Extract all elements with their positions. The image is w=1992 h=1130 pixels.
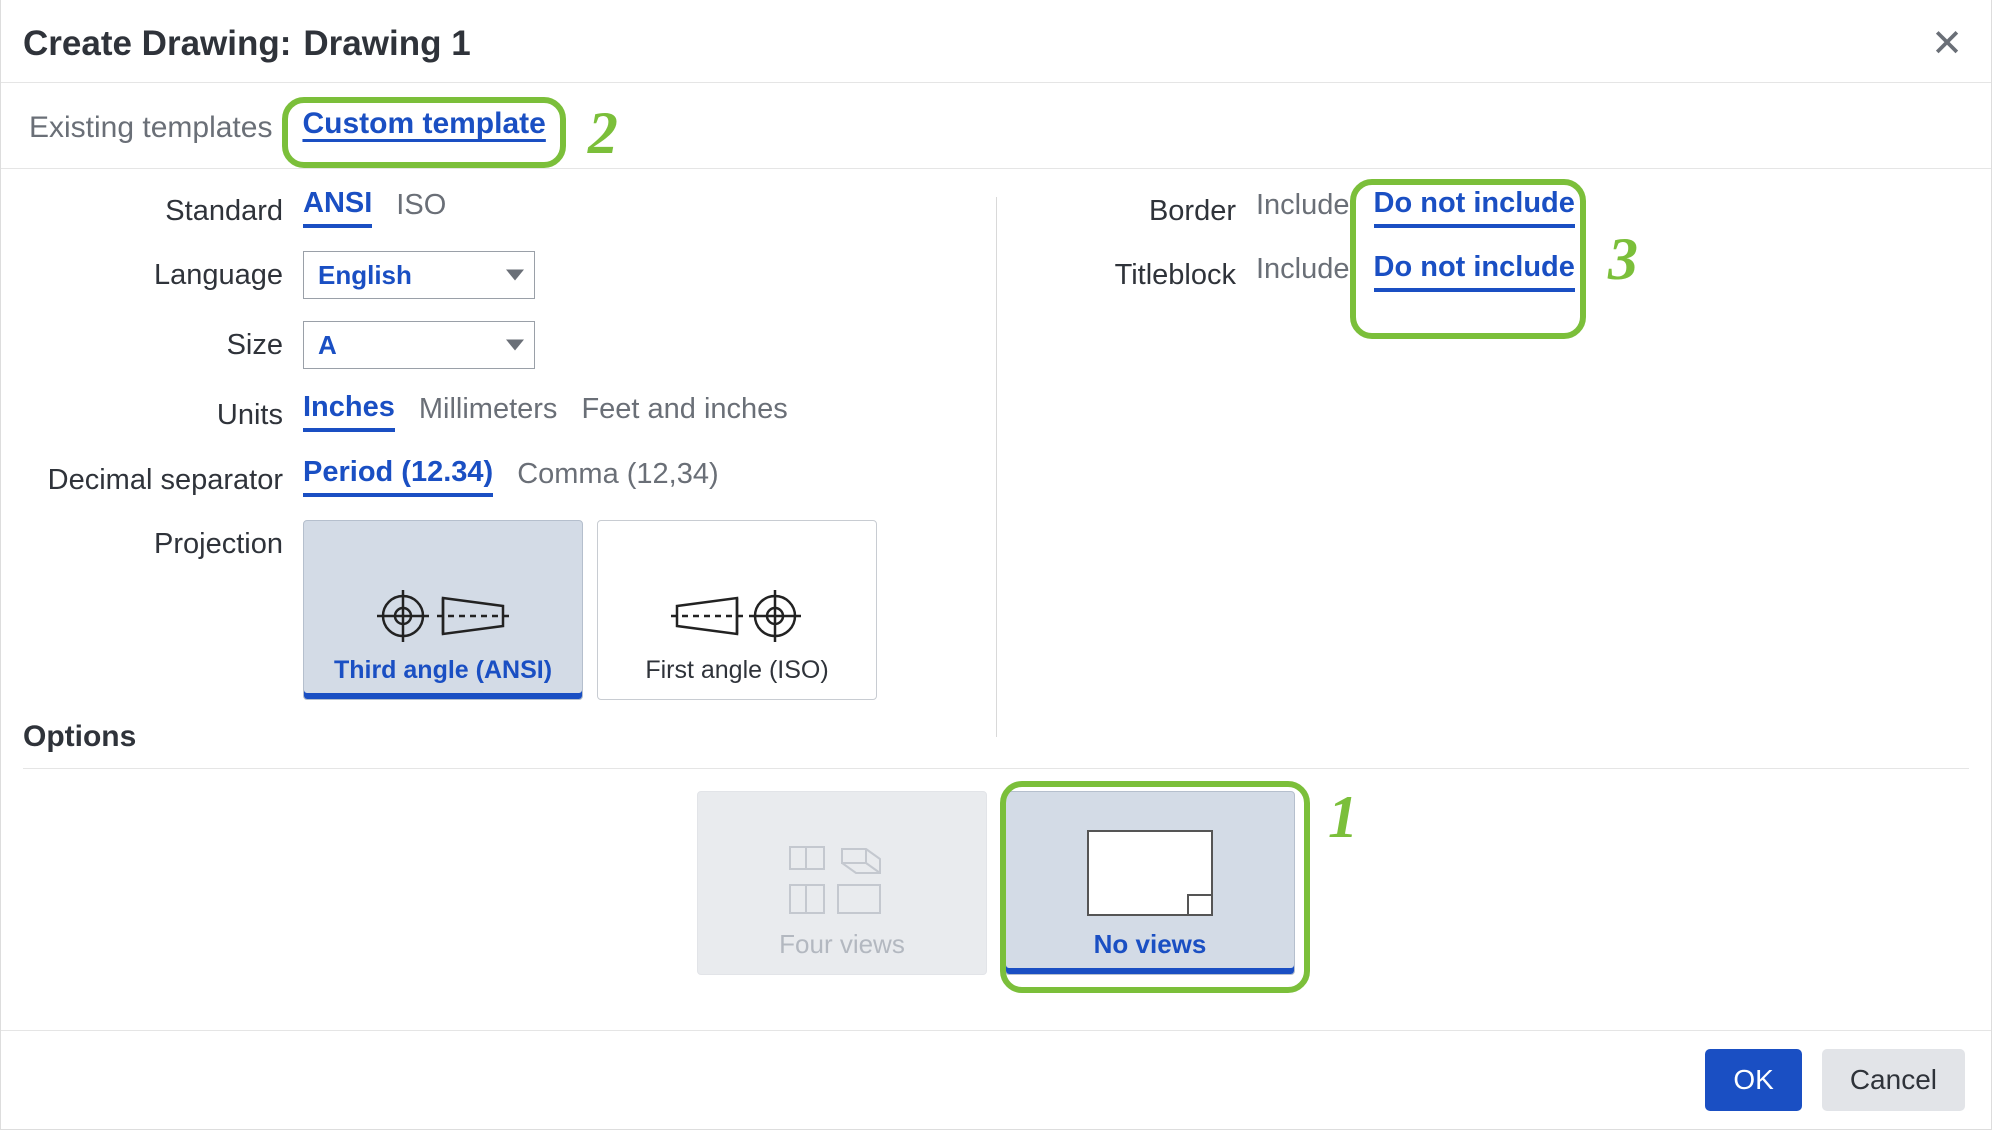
projection-third-label: Third angle (ANSI)	[334, 656, 552, 685]
dialog-title-name: Drawing 1	[303, 24, 470, 64]
select-size[interactable]: A	[303, 321, 535, 369]
form-body: Standard ANSI ISO Language English	[1, 169, 1991, 1030]
decimal-comma[interactable]: Comma (12,34)	[517, 458, 718, 495]
titleblock-include[interactable]: Include	[1256, 253, 1350, 290]
chevron-down-icon	[506, 270, 524, 281]
tab-existing-templates[interactable]: Existing templates	[23, 105, 282, 168]
projection-first-angle[interactable]: First angle (ISO)	[597, 520, 877, 700]
label-titleblock: Titleblock	[1036, 251, 1256, 293]
units-millimeters[interactable]: Millimeters	[419, 393, 558, 430]
row-titleblock: Titleblock Include Do not include	[1036, 251, 1969, 293]
decimal-period[interactable]: Period (12.34)	[303, 456, 493, 497]
label-language: Language	[23, 251, 303, 293]
option-no-views[interactable]: No views	[1005, 791, 1295, 975]
left-column: Standard ANSI ISO Language English	[23, 187, 996, 710]
select-language-value: English	[318, 260, 412, 291]
dialog-footer: OK Cancel	[1, 1030, 1991, 1129]
option-four-views: Four views	[697, 791, 987, 975]
label-units: Units	[23, 391, 303, 433]
standard-ansi[interactable]: ANSI	[303, 187, 372, 228]
titleblock-do-not-include[interactable]: Do not include	[1374, 251, 1575, 292]
right-column: Border Include Do not include Titleblock…	[996, 187, 1969, 710]
option-no-views-label: No views	[1094, 929, 1207, 960]
annotation-three: 3	[1608, 225, 1638, 294]
standard-iso[interactable]: ISO	[396, 189, 446, 226]
dialog-title-wrap: Create Drawing: Drawing 1	[23, 24, 471, 64]
row-language: Language English	[23, 251, 996, 299]
dialog-title-prefix: Create Drawing:	[23, 24, 291, 64]
border-do-not-include[interactable]: Do not include	[1374, 187, 1575, 228]
ok-button[interactable]: OK	[1705, 1049, 1801, 1111]
annotation-one: 1	[1328, 783, 1358, 852]
units-inches[interactable]: Inches	[303, 391, 395, 432]
no-views-icon	[1080, 825, 1220, 921]
tab-custom-template[interactable]: Custom template	[302, 107, 545, 140]
label-decimal: Decimal separator	[23, 456, 303, 498]
close-icon[interactable]: ✕	[1931, 25, 1963, 63]
label-standard: Standard	[23, 187, 303, 229]
border-include[interactable]: Include	[1256, 189, 1350, 226]
row-standard: Standard ANSI ISO	[23, 187, 996, 229]
dialog-header: Create Drawing: Drawing 1 ✕	[1, 0, 1991, 83]
options-row: Four views No views	[23, 769, 1969, 1003]
select-language[interactable]: English	[303, 251, 535, 299]
cancel-button[interactable]: Cancel	[1822, 1049, 1965, 1111]
units-feet-inches[interactable]: Feet and inches	[581, 393, 787, 430]
label-size: Size	[23, 321, 303, 363]
first-angle-icon	[667, 586, 807, 646]
create-drawing-dialog: Create Drawing: Drawing 1 ✕ Existing tem…	[0, 0, 1992, 1130]
third-angle-icon	[373, 586, 513, 646]
row-projection: Projection	[23, 520, 996, 700]
row-size: Size A	[23, 321, 996, 369]
row-decimal: Decimal separator Period (12.34) Comma (…	[23, 456, 996, 498]
option-four-views-label: Four views	[779, 929, 905, 960]
projection-third-angle[interactable]: Third angle (ANSI)	[303, 520, 583, 700]
row-units: Units Inches Millimeters Feet and inches	[23, 391, 996, 433]
template-tabs: Existing templates Custom template 2	[1, 83, 1991, 169]
projection-first-label: First angle (ISO)	[645, 656, 828, 685]
row-border: Border Include Do not include	[1036, 187, 1969, 229]
label-border: Border	[1036, 187, 1256, 229]
select-size-value: A	[318, 330, 337, 361]
label-projection: Projection	[23, 520, 303, 562]
chevron-down-icon	[506, 340, 524, 351]
annotation-two: 2	[588, 99, 618, 168]
four-views-icon	[782, 841, 902, 921]
